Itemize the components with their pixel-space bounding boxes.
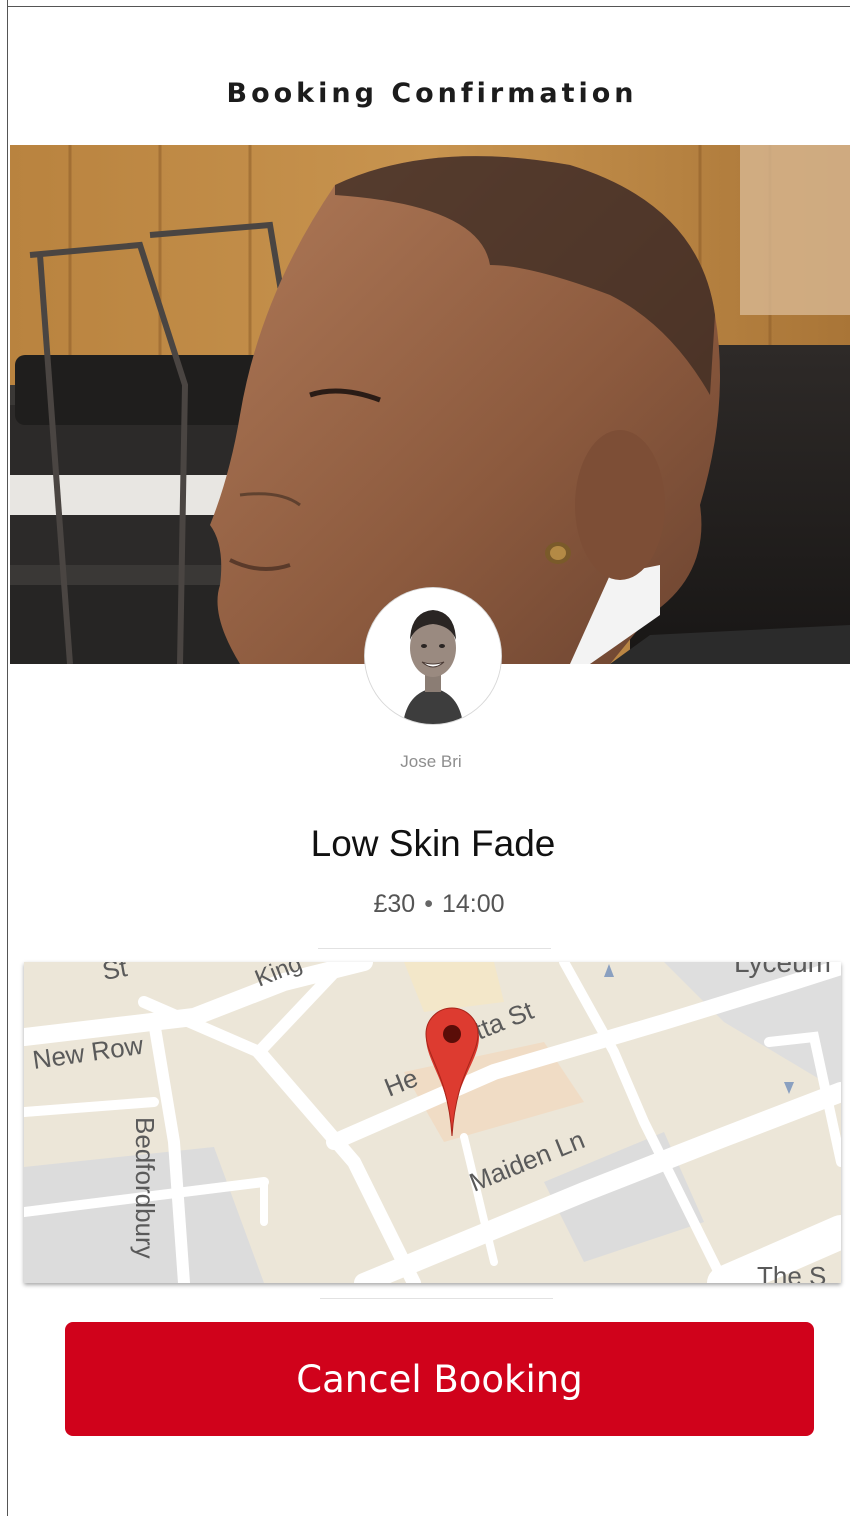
meta-separator: • [424, 890, 433, 918]
page-title: Booking Confirmation [226, 78, 638, 109]
service-name: Low Skin Fade [310, 823, 556, 864]
barber-name: Jose Bri [400, 752, 462, 771]
service-price: £30 [373, 890, 416, 918]
cancel-booking-button[interactable]: Cancel Booking [65, 1322, 814, 1436]
service-time: 14:00 [441, 890, 505, 918]
map-label-bedfordbury: Bedfordbury [130, 1117, 160, 1259]
barber-avatar[interactable] [365, 588, 501, 724]
map-illustration: St King New Row He tta St Maiden Ln Bedf… [24, 962, 841, 1283]
divider-top [318, 948, 551, 949]
map-label-lyceum: Lyceum [734, 962, 831, 978]
service-meta: £30 • 14:00 [0, 890, 850, 919]
hero-photo [10, 145, 850, 664]
divider-bottom [320, 1298, 553, 1299]
map-label-the-s: The S [757, 1261, 826, 1283]
frame-border-top [7, 6, 850, 7]
location-map[interactable]: St King New Row He tta St Maiden Ln Bedf… [24, 962, 841, 1283]
hero-photo-illustration [10, 145, 850, 664]
barber-portrait [365, 588, 501, 724]
